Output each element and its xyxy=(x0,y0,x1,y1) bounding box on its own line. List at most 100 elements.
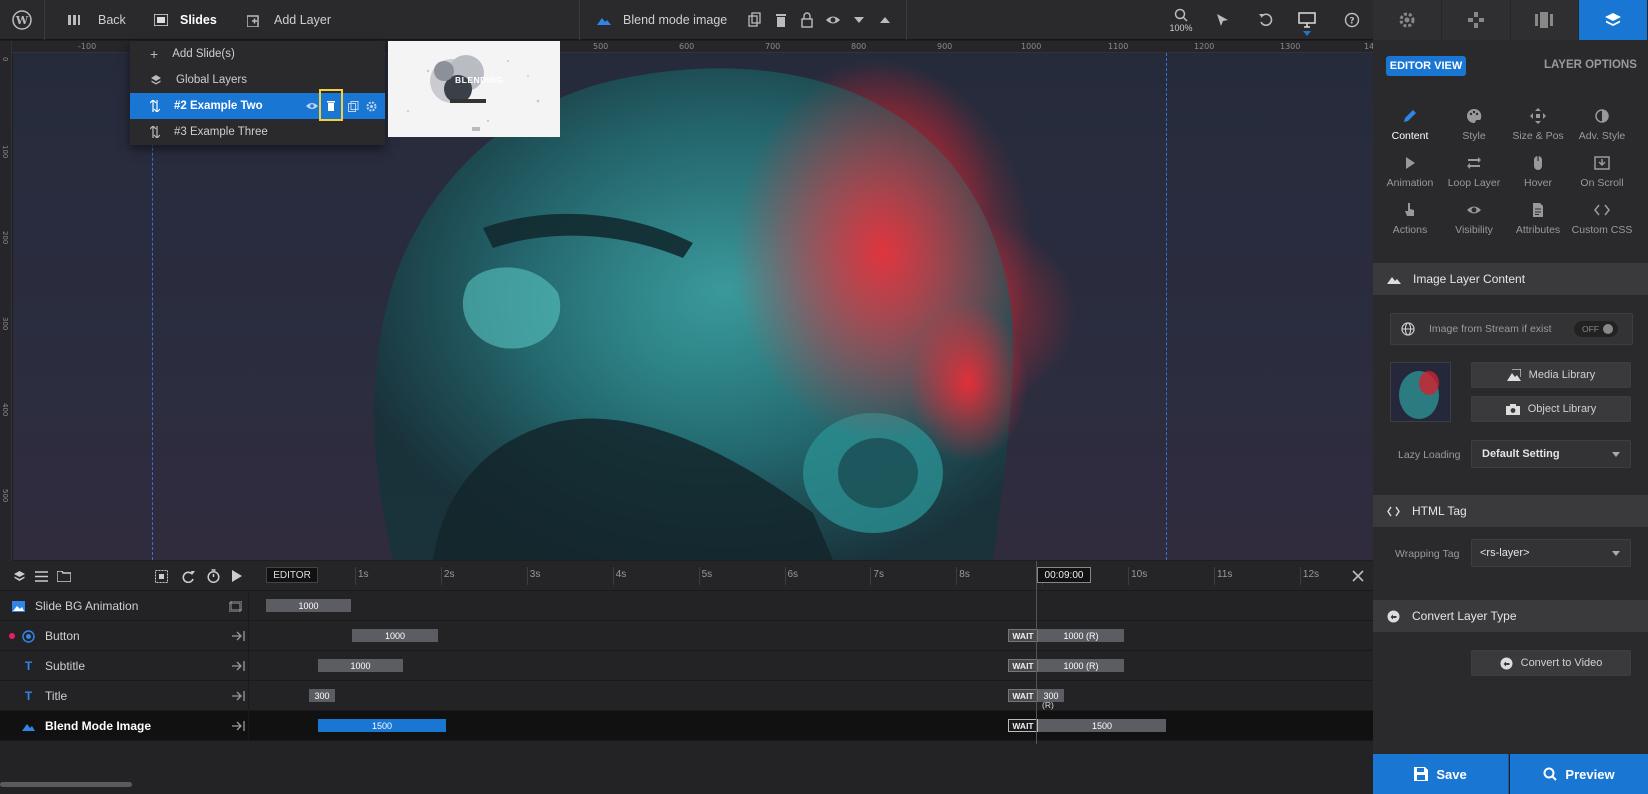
time-tick xyxy=(784,567,786,585)
arrow-up-icon[interactable] xyxy=(877,12,893,28)
timeline-row-subtitle[interactable]: T Subtitle 1000 WAIT 1000 (R) xyxy=(0,651,1373,681)
eye-icon[interactable] xyxy=(825,12,841,28)
out-animation-bar[interactable]: 1500 xyxy=(1038,719,1166,732)
folder-icon[interactable] xyxy=(57,571,71,582)
duplicate-icon[interactable] xyxy=(747,12,763,28)
option-label: Style xyxy=(1462,130,1486,142)
option-loop-layer[interactable]: Loop Layer xyxy=(1442,155,1506,189)
help-icon[interactable]: ? xyxy=(1344,12,1360,28)
delete-slide-button[interactable] xyxy=(319,89,343,121)
lazy-loading-select[interactable]: Default Setting xyxy=(1471,440,1631,468)
current-time-badge[interactable]: 00:09:00 xyxy=(1037,567,1091,583)
preview-button[interactable]: Preview xyxy=(1510,754,1648,794)
trash-icon[interactable] xyxy=(773,12,789,28)
layer-name-cell[interactable]: Slide BG Animation xyxy=(0,591,249,621)
save-button[interactable]: Save xyxy=(1373,754,1509,794)
editor-time-badge[interactable]: EDITOR xyxy=(266,567,318,583)
in-animation-bar[interactable]: 1000 xyxy=(352,629,438,642)
out-animation-bar[interactable]: 1000 (R) xyxy=(1038,629,1124,642)
undo-icon[interactable] xyxy=(1258,12,1274,28)
option-on-scroll[interactable]: On Scroll xyxy=(1570,155,1634,189)
palette-icon xyxy=(1467,108,1482,123)
editor-view-button[interactable]: EDITOR VIEW xyxy=(1386,56,1466,76)
wait-marker[interactable]: WAIT xyxy=(1008,629,1038,642)
tab-navigation[interactable] xyxy=(1442,0,1511,40)
slides-label: Slides xyxy=(180,13,217,27)
timeline-row-title[interactable]: T Title 300 WAIT 300 (R) xyxy=(0,681,1373,711)
current-layer-title[interactable]: Blend mode image xyxy=(597,0,727,40)
timeline-row-slide-bg[interactable]: Slide BG Animation 1000 xyxy=(0,591,1373,621)
add-slide-item[interactable]: + Add Slide(s) xyxy=(130,41,385,67)
redo-icon[interactable] xyxy=(182,570,195,583)
wait-marker[interactable]: WAIT xyxy=(1008,659,1038,672)
global-layers-item[interactable]: Global Layers xyxy=(130,67,385,93)
stream-toggle[interactable]: OFF xyxy=(1574,321,1618,337)
convert-section-header[interactable]: Convert Layer Type xyxy=(1373,600,1648,632)
wrapping-tag-select[interactable]: <rs-layer> xyxy=(1471,539,1631,567)
gear-icon[interactable] xyxy=(366,101,377,112)
convert-to-video-button[interactable]: Convert to Video xyxy=(1471,650,1631,676)
in-animation-bar[interactable]: 1000 xyxy=(266,599,351,612)
layer-name-cell[interactable]: T Title xyxy=(0,681,249,711)
out-animation-bar[interactable]: 1000 (R) xyxy=(1038,659,1124,672)
arrow-down-icon[interactable] xyxy=(851,12,867,28)
tab-settings[interactable] xyxy=(1373,0,1442,40)
ruler-label: 600 xyxy=(679,42,695,51)
in-animation-bar[interactable]: 1000 xyxy=(318,659,403,672)
object-library-button[interactable]: Object Library xyxy=(1471,396,1631,422)
arrow-to-end-icon[interactable] xyxy=(232,631,245,641)
slide-thumbnail[interactable]: BLENDING xyxy=(388,41,560,137)
layer-name-cell[interactable]: Blend Mode Image xyxy=(0,711,249,741)
image-layer-section-header[interactable]: Image Layer Content xyxy=(1373,263,1648,295)
html-tag-section-header[interactable]: HTML Tag xyxy=(1373,495,1648,527)
play-icon[interactable] xyxy=(231,570,242,582)
arrow-to-end-icon[interactable] xyxy=(232,661,245,671)
horizontal-scrollbar[interactable] xyxy=(0,782,132,787)
list-icon[interactable] xyxy=(35,571,48,582)
tab-slide-options[interactable] xyxy=(1511,0,1580,40)
layer-name-cell[interactable]: T Subtitle xyxy=(0,651,249,681)
arrow-to-end-icon[interactable] xyxy=(232,721,245,731)
option-hover[interactable]: Hover xyxy=(1506,155,1570,189)
timeline-row-button[interactable]: Button 1000 WAIT 1000 (R) xyxy=(0,621,1373,651)
arrow-to-end-icon[interactable] xyxy=(232,691,245,701)
image-preview[interactable] xyxy=(1390,362,1451,422)
cursor-icon[interactable] xyxy=(1214,12,1230,28)
device-desktop-button[interactable] xyxy=(1298,12,1316,36)
option-adv-style[interactable]: Adv. Style xyxy=(1570,108,1634,142)
lock-icon[interactable] xyxy=(799,12,815,28)
back-button[interactable]: Back xyxy=(68,0,126,40)
in-animation-bar[interactable]: 300 xyxy=(309,689,335,702)
option-custom-css[interactable]: Custom CSS xyxy=(1570,202,1634,236)
option-content[interactable]: Content xyxy=(1378,108,1442,142)
duplicate-icon[interactable] xyxy=(348,101,359,112)
stopwatch-icon[interactable] xyxy=(207,569,220,583)
tab-layers[interactable] xyxy=(1579,0,1648,40)
option-visibility[interactable]: Visibility xyxy=(1442,202,1506,236)
option-attributes[interactable]: Attributes xyxy=(1506,202,1570,236)
close-icon[interactable] xyxy=(1352,570,1364,582)
option-style[interactable]: Style xyxy=(1442,108,1506,142)
layer-name-cell[interactable]: Button xyxy=(0,621,249,651)
add-layer-button[interactable]: Add Layer xyxy=(247,0,331,40)
layers-icon[interactable] xyxy=(13,570,26,583)
grid-select-icon[interactable] xyxy=(155,570,168,583)
in-animation-bar[interactable]: 1500 xyxy=(318,719,446,732)
option-actions[interactable]: Actions xyxy=(1378,202,1442,236)
wordpress-logo[interactable]: W xyxy=(12,0,32,40)
ruler-label: -100 xyxy=(78,42,97,51)
eye-icon[interactable] xyxy=(306,101,318,111)
wait-marker[interactable]: WAIT xyxy=(1008,689,1038,702)
media-library-button[interactable]: Media Library xyxy=(1471,362,1631,388)
slide-item-example-three[interactable]: #3 Example Three xyxy=(130,119,385,145)
zoom-control[interactable]: 100% xyxy=(1166,8,1196,33)
divider xyxy=(579,0,580,40)
playhead[interactable] xyxy=(1036,561,1037,744)
option-animation[interactable]: Animation xyxy=(1378,155,1442,189)
timeline-row-blend-mode-image[interactable]: Blend Mode Image 1500 WAIT 1500 xyxy=(0,711,1373,741)
wait-marker[interactable]: WAIT xyxy=(1008,719,1038,732)
option-size-pos[interactable]: Size & Pos xyxy=(1506,108,1570,142)
slides-button[interactable]: Slides xyxy=(154,0,217,40)
svg-text:?: ? xyxy=(1349,17,1354,27)
slide-item-example-two[interactable]: #2 Example Two xyxy=(130,89,385,121)
